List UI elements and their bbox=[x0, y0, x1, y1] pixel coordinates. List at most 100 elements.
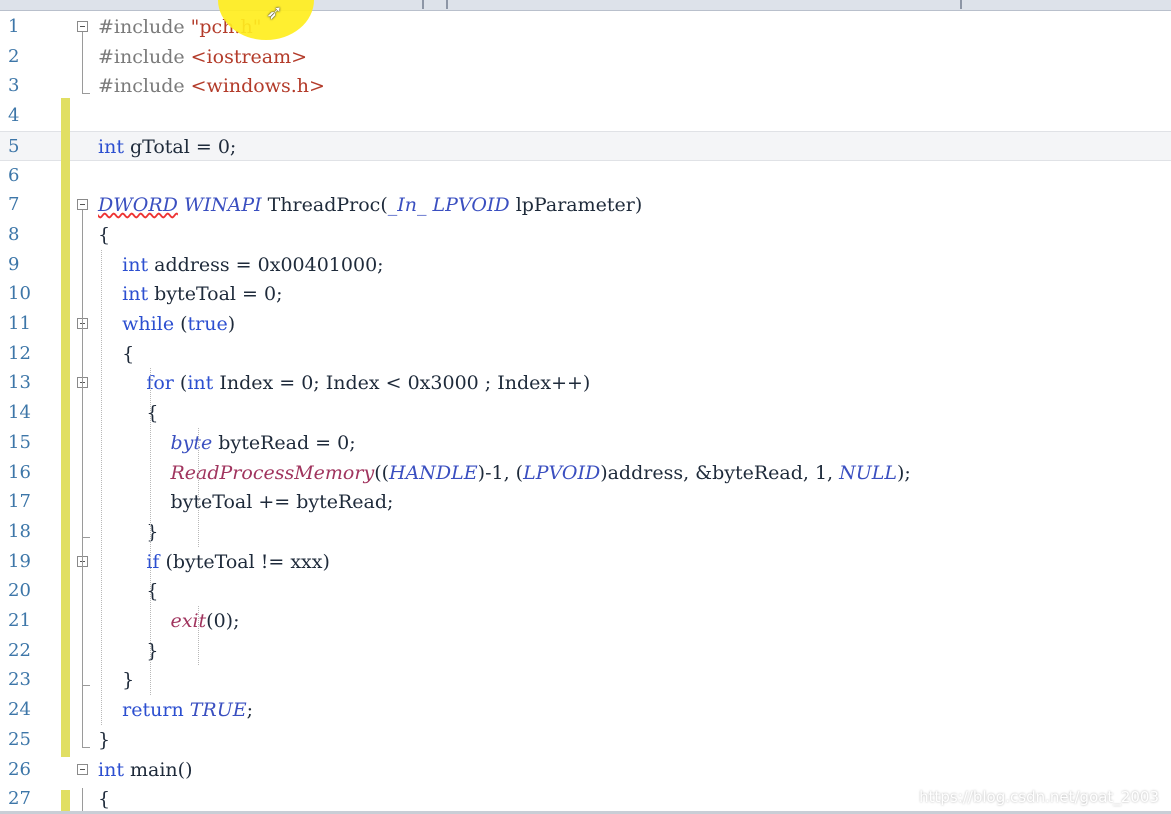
code-token: (byteToal != xxx) bbox=[159, 550, 330, 573]
fold-toggle-icon[interactable] bbox=[77, 763, 88, 775]
code-line[interactable]: 16 ReadProcessMemory((HANDLE)-1, (LPVOID… bbox=[0, 458, 1171, 488]
line-number: 2 bbox=[8, 45, 20, 67]
code-line[interactable]: 10 int byteToal = 0; bbox=[0, 279, 1171, 309]
code-token: } bbox=[98, 669, 135, 692]
indent-guide bbox=[198, 427, 199, 547]
code-line[interactable]: 5 int gTotal = 0; bbox=[0, 130, 1171, 162]
code-token: LPVOID bbox=[432, 194, 510, 217]
code-line[interactable]: 11 while (true) bbox=[0, 309, 1171, 339]
watermark: https://blog.csdn.net/goat_2003 bbox=[919, 788, 1159, 806]
code-text[interactable]: int address = 0x00401000; bbox=[98, 250, 383, 280]
code-line[interactable]: 1 #include "pch.h" bbox=[0, 12, 1171, 42]
code-text[interactable]: #include <windows.h> bbox=[98, 71, 325, 101]
code-line[interactable]: 7 DWORD WINAPI ThreadProc(_In_ LPVOID lpP… bbox=[0, 190, 1171, 220]
line-number: 26 bbox=[8, 758, 31, 780]
code-line[interactable]: 4 bbox=[0, 101, 1171, 131]
code-line[interactable]: 17 byteToal += byteRead; bbox=[0, 487, 1171, 517]
code-line[interactable]: 19 if (byteToal != xxx) bbox=[0, 547, 1171, 577]
code-token: byte bbox=[170, 431, 213, 454]
line-number: 9 bbox=[8, 253, 20, 275]
code-text[interactable]: while (true) bbox=[98, 309, 235, 339]
line-number: 23 bbox=[8, 669, 31, 691]
fold-toggle-icon[interactable] bbox=[77, 21, 88, 32]
fold-region-line bbox=[82, 566, 83, 656]
code-token: if bbox=[146, 550, 160, 573]
code-text[interactable]: if (byteToal != xxx) bbox=[98, 547, 330, 577]
code-line[interactable]: 23 } bbox=[0, 665, 1171, 695]
line-number: 8 bbox=[8, 223, 20, 245]
line-number: 5 bbox=[8, 135, 20, 157]
code-token: Index = 0; Index < 0x3000 ; Index++) bbox=[213, 372, 591, 395]
indent-guide bbox=[198, 606, 199, 666]
code-text[interactable]: byte byteRead = 0; bbox=[98, 428, 355, 458]
line-number: 25 bbox=[8, 728, 31, 750]
code-token: int bbox=[98, 758, 124, 781]
code-text[interactable]: int gTotal = 0; bbox=[98, 132, 236, 162]
code-text[interactable]: int main() bbox=[98, 755, 192, 785]
line-number: 14 bbox=[8, 402, 31, 424]
code-token: )-1, ( bbox=[477, 461, 524, 484]
code-text[interactable]: } bbox=[98, 725, 110, 755]
fold-region-line bbox=[82, 388, 83, 537]
code-token: ( bbox=[173, 372, 188, 395]
code-line[interactable]: 18 } bbox=[0, 517, 1171, 547]
line-number: 6 bbox=[8, 164, 20, 186]
code-line[interactable]: 21 exit(0); bbox=[0, 606, 1171, 636]
code-token: ); bbox=[897, 461, 911, 484]
code-token: WINAPI bbox=[183, 194, 262, 217]
code-token: (( bbox=[374, 461, 390, 484]
code-text[interactable]: exit(0); bbox=[98, 606, 239, 636]
code-line[interactable]: 6 bbox=[0, 161, 1171, 191]
code-token: exit bbox=[170, 610, 207, 632]
code-line[interactable]: 25} bbox=[0, 725, 1171, 755]
code-line[interactable]: 20 { bbox=[0, 576, 1171, 606]
code-token: true bbox=[187, 313, 228, 335]
code-line[interactable]: 8{ bbox=[0, 220, 1171, 250]
tab-divider bbox=[958, 0, 962, 9]
code-text[interactable]: { bbox=[98, 784, 110, 814]
code-token: while bbox=[122, 313, 175, 335]
code-text[interactable]: ReadProcessMemory((HANDLE)-1, (LPVOID)ad… bbox=[98, 458, 911, 488]
fold-region-end bbox=[82, 746, 90, 748]
code-line[interactable]: 26 int main() bbox=[0, 755, 1171, 785]
code-line[interactable]: 15 byte byteRead = 0; bbox=[0, 428, 1171, 458]
line-number: 17 bbox=[8, 491, 31, 513]
code-token: ThreadProc( bbox=[261, 194, 388, 217]
code-text[interactable]: return TRUE; bbox=[98, 695, 253, 725]
code-text[interactable]: DWORD WINAPI ThreadProc(_In_ LPVOID lpPa… bbox=[98, 190, 642, 220]
code-text[interactable]: #include <iostream> bbox=[98, 42, 307, 72]
code-text[interactable]: } bbox=[98, 665, 134, 695]
line-number: 4 bbox=[8, 105, 20, 127]
code-line[interactable]: 2 #include <iostream> bbox=[0, 42, 1171, 72]
code-token: } bbox=[98, 728, 111, 751]
code-token: byteToal += byteRead; bbox=[98, 491, 394, 514]
code-token: { bbox=[98, 223, 111, 246]
code-line[interactable]: 22 } bbox=[0, 636, 1171, 666]
code-text[interactable]: for (int Index = 0; Index < 0x3000 ; Ind… bbox=[98, 368, 590, 398]
code-token: return bbox=[122, 699, 184, 722]
code-token: )address, &byteRead, 1, bbox=[600, 461, 840, 484]
code-line[interactable]: 13 for (int Index = 0; Index < 0x3000 ; … bbox=[0, 368, 1171, 398]
code-token: (0); bbox=[206, 610, 240, 632]
line-number: 21 bbox=[8, 610, 31, 631]
fold-toggle-icon[interactable] bbox=[77, 199, 88, 211]
fold-region-line bbox=[82, 788, 83, 813]
code-editor[interactable]: 1 #include "pch.h" 2 #include <iostream> 3 #i… bbox=[0, 12, 1171, 814]
code-text[interactable]: byteToal += byteRead; bbox=[98, 487, 393, 517]
code-text[interactable]: { bbox=[98, 220, 110, 250]
line-number: 1 bbox=[8, 16, 20, 37]
code-text[interactable]: int byteToal = 0; bbox=[98, 279, 282, 309]
code-text[interactable]: { bbox=[98, 339, 134, 369]
line-number: 10 bbox=[8, 283, 31, 305]
code-line[interactable]: 24 return TRUE; bbox=[0, 695, 1171, 725]
code-token: { bbox=[98, 342, 135, 365]
code-line[interactable]: 14 { bbox=[0, 398, 1171, 428]
code-line[interactable]: 9 int address = 0x00401000; bbox=[0, 250, 1171, 280]
line-number: 13 bbox=[8, 372, 31, 394]
code-line[interactable]: 12 { bbox=[0, 339, 1171, 369]
line-number: 11 bbox=[8, 313, 31, 334]
line-number: 18 bbox=[8, 520, 31, 542]
code-line[interactable]: 3 #include <windows.h> bbox=[0, 71, 1171, 101]
